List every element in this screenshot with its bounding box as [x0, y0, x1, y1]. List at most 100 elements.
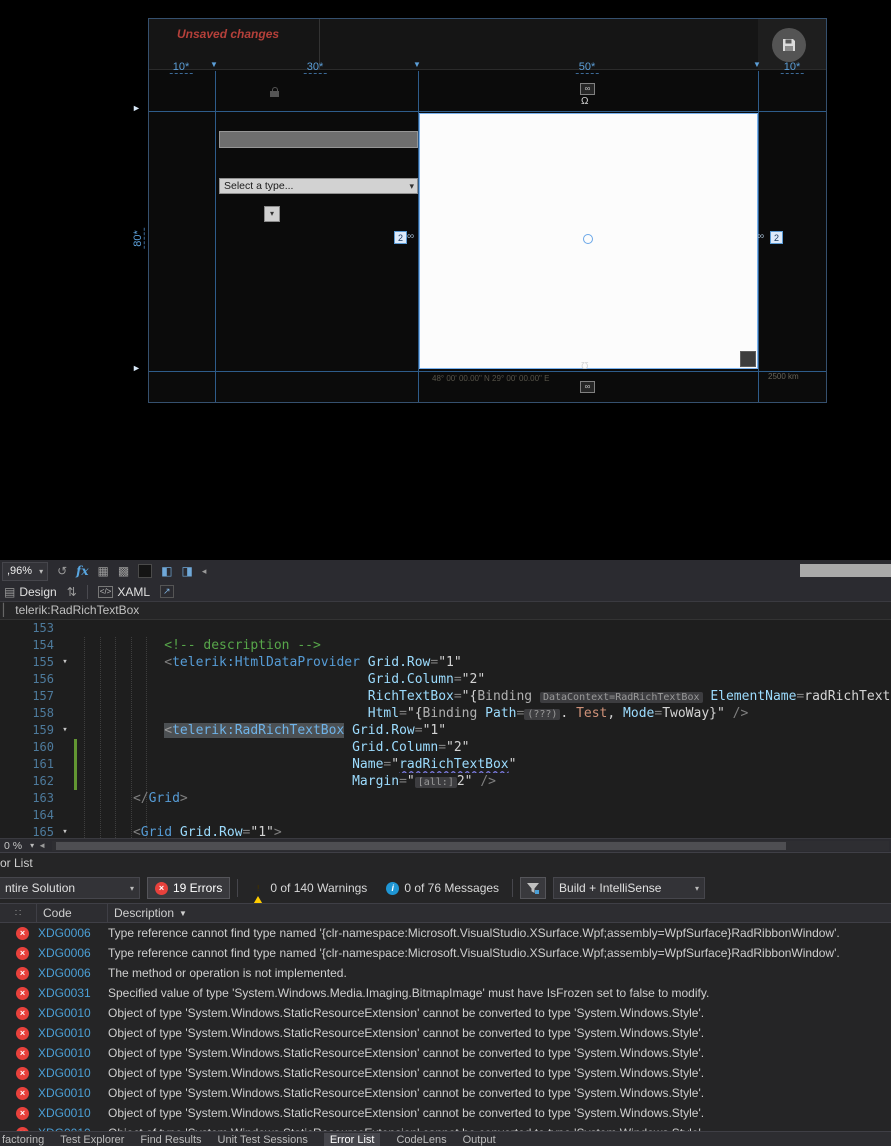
resize-grip[interactable]	[740, 351, 756, 367]
error-row[interactable]: × XDG0010 Object of type 'System.Windows.S…	[0, 1023, 891, 1043]
rad-richtextbox-control[interactable]	[419, 113, 758, 369]
error-row[interactable]: × XDG0010 Object of type 'System.Windows.S…	[0, 1103, 891, 1123]
error-row[interactable]: × XDG0031 Specified value of type 'System.…	[0, 983, 891, 1003]
margin-left-value[interactable]: 2	[394, 231, 407, 244]
code-text[interactable]: Margin=" [all:] 2" />	[80, 773, 891, 790]
error-row[interactable]: × XDG0006 Type reference cannot find type …	[0, 943, 891, 963]
margin-right-value[interactable]: 2	[770, 231, 783, 244]
column-marker-icon[interactable]: ▼	[753, 60, 761, 69]
panel-tab-factoring[interactable]: factoring	[2, 1134, 44, 1146]
snaplines-toggle-icon[interactable]: ◧	[161, 565, 172, 577]
panel-tab-unit-test-sessions[interactable]: Unit Test Sessions	[218, 1134, 308, 1146]
code-text[interactable]: Html="{Binding Path= (???). Test, Mode=Tw…	[80, 705, 891, 722]
swap-panes-icon[interactable]: ⇅	[67, 586, 77, 598]
panel-tab-find-results[interactable]: Find Results	[140, 1134, 201, 1146]
annotations-toggle-icon[interactable]: ◨	[182, 565, 193, 577]
panel-tab-codelens[interactable]: CodeLens	[396, 1134, 446, 1146]
code-line[interactable]: 165 ▾ <Grid Grid.Row="1">	[0, 824, 891, 838]
code-line[interactable]: 162 Margin=" [all:] 2" />	[0, 773, 891, 790]
column-marker-icon[interactable]: ▼	[413, 60, 421, 69]
code-text[interactable]: Grid.Column="2"	[80, 739, 891, 756]
fold-chevron-icon[interactable]: ▾	[58, 654, 72, 671]
tab-xaml[interactable]: </> XAML	[97, 585, 150, 599]
error-code[interactable]: XDG0010	[38, 1086, 98, 1100]
snap-grid-icon[interactable]: ▦	[97, 565, 108, 577]
error-code[interactable]: XDG0010	[38, 1006, 98, 1020]
margin-left-chain-icon[interactable]: ∞	[407, 231, 414, 242]
code-line[interactable]: 154 <!-- description -->	[0, 637, 891, 654]
editor-zoom-select[interactable]: 0 %	[4, 840, 22, 852]
error-row[interactable]: × XDG0010 Object of type 'System.Windows.S…	[0, 1083, 891, 1103]
popout-window-icon[interactable]: ↗	[160, 585, 174, 598]
code-line[interactable]: 164	[0, 807, 891, 824]
code-text[interactable]	[80, 807, 891, 824]
panel-tab-output[interactable]: Output	[463, 1134, 496, 1146]
code-text[interactable]: <Grid Grid.Row="1">	[80, 824, 891, 838]
error-code[interactable]: XDG0006	[38, 926, 98, 940]
code-line[interactable]: 158 Html="{Binding Path= (???). Test, Mode…	[0, 705, 891, 722]
artboard-background-toggle[interactable]	[138, 564, 153, 578]
messages-filter-button[interactable]: i 0 of 76 Messages	[380, 877, 505, 899]
code-text[interactable]: Grid.Column="2"	[80, 671, 891, 688]
bottom-spring-icon[interactable]: Ω	[581, 359, 588, 370]
top-anchor-icon[interactable]: ∞	[580, 83, 595, 95]
grid-row-line[interactable]	[149, 111, 826, 112]
code-line[interactable]: 155 ▾ <telerik:HtmlDataProvider Grid.Row="…	[0, 654, 891, 671]
code-line[interactable]: 156 Grid.Column="2"	[0, 671, 891, 688]
error-row[interactable]: × XDG0010 Object of type 'System.Windows.S…	[0, 1063, 891, 1083]
grid-column-rail[interactable]: 10* 30* 50* 10*	[148, 61, 827, 77]
fold-chevron-icon[interactable]: ▾	[58, 824, 72, 838]
bottom-anchor-icon[interactable]: ∞	[580, 381, 595, 393]
code-text[interactable]: RichTextBox="{Binding DataContext=RadRic…	[80, 688, 891, 705]
tab-design[interactable]: ▤ Design	[4, 585, 57, 599]
column-marker-icon[interactable]: ▼	[210, 60, 218, 69]
error-code[interactable]: XDG0010	[38, 1066, 98, 1080]
editor-horizontal-scrollbar[interactable]	[52, 840, 889, 851]
error-row[interactable]: × XDG0010 Object of type 'System.Windows.S…	[0, 1003, 891, 1023]
designer-combobox[interactable]: Select a type... ▾	[219, 178, 418, 194]
grid-row-size-label[interactable]: 80*	[131, 228, 145, 249]
panel-tab-error-list[interactable]: Error List	[323, 1133, 381, 1146]
refresh-icon[interactable]: ↺	[57, 565, 67, 577]
code-text[interactable]: <telerik:RadRichTextBox Grid.Row="1"	[80, 722, 891, 739]
code-text[interactable]: <telerik:HtmlDataProvider Grid.Row="1"	[80, 654, 891, 671]
zoom-select[interactable]: ,96% ▾	[2, 561, 49, 581]
code-text[interactable]	[80, 620, 891, 637]
designer-horizontal-scrollbar[interactable]	[800, 564, 891, 577]
error-code[interactable]: XDG0031	[38, 986, 98, 1000]
effects-toggle[interactable]: fx	[76, 564, 88, 578]
grid-column-size-label[interactable]: 50*	[575, 61, 599, 74]
error-row[interactable]: × XDG0006 Type reference cannot find type …	[0, 923, 891, 943]
fold-chevron-icon[interactable]: ▾	[58, 722, 72, 739]
error-code[interactable]: XDG0010	[38, 1106, 98, 1120]
grid-column-line[interactable]	[215, 71, 216, 402]
code-line[interactable]: 163 </Grid>	[0, 790, 891, 807]
error-code[interactable]: XDG0006	[38, 966, 98, 980]
scrollbar-thumb[interactable]	[56, 841, 787, 850]
code-text[interactable]: <!-- description -->	[80, 637, 891, 654]
column-code[interactable]: Code	[37, 906, 107, 920]
scope-select[interactable]: ntire Solution ▾	[0, 877, 140, 899]
code-line[interactable]: 161 Name="radRichTextBox"	[0, 756, 891, 773]
designer-dropdown-button[interactable]: ▾	[264, 206, 280, 222]
document-outline-breadcrumb[interactable]: ▏ telerik:RadRichTextBox	[0, 602, 891, 620]
designer-textbox[interactable]	[219, 131, 418, 148]
xaml-editor[interactable]: 153 154 <!-- description --> 155 ▾ <telerik:H…	[0, 620, 891, 838]
row-marker-icon[interactable]: ►	[132, 103, 141, 113]
panel-tab-test-explorer[interactable]: Test Explorer	[60, 1134, 124, 1146]
column-description[interactable]: Description ▼	[108, 906, 187, 920]
warnings-filter-button[interactable]: 0 of 140 Warnings	[245, 877, 373, 908]
code-line[interactable]: 160 Grid.Column="2"	[0, 739, 891, 756]
error-code[interactable]: XDG0010	[38, 1026, 98, 1040]
grid-column-size-label[interactable]: 30*	[303, 61, 327, 74]
grid-row-line[interactable]	[149, 371, 826, 372]
save-button[interactable]	[772, 28, 806, 62]
code-text[interactable]: Name="radRichTextBox"	[80, 756, 891, 773]
scroll-left-icon[interactable]: ◄	[38, 841, 46, 850]
grid-column-size-label[interactable]: 10*	[169, 61, 193, 74]
margin-right-chain-icon[interactable]: ∞	[757, 231, 764, 242]
collapse-arrow-icon[interactable]: ◂	[202, 566, 207, 576]
row-marker-icon[interactable]: ►	[132, 363, 141, 373]
errors-filter-button[interactable]: × 19 Errors	[147, 877, 231, 899]
code-line[interactable]: 157 RichTextBox="{Binding DataContext=Rad…	[0, 688, 891, 705]
